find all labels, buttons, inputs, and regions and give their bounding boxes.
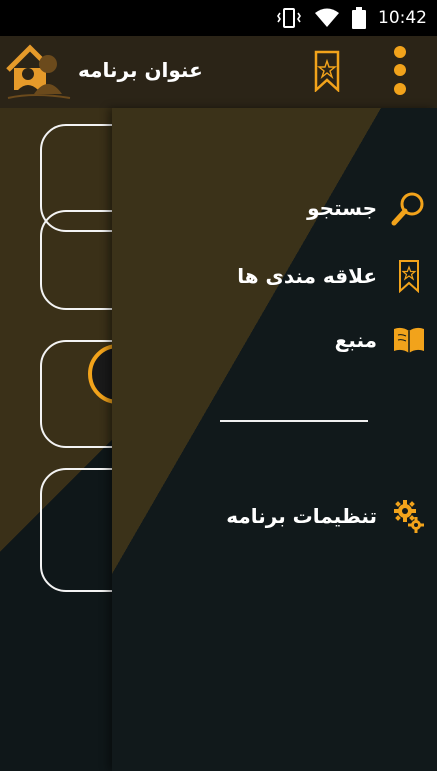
wifi-icon [315, 8, 339, 27]
app-screen: عنوان برنامه جستجو علاقه مندی ها منبع تن… [0, 36, 437, 771]
book-icon [391, 322, 427, 358]
drawer-item-label: علاقه مندی ها [237, 264, 377, 288]
app-logo-icon [6, 44, 71, 99]
drawer-item-favorites[interactable]: علاقه مندی ها [127, 248, 427, 304]
navigation-drawer: جستجو علاقه مندی ها منبع تنظیمات برنامه [112, 108, 437, 771]
drawer-item-label: جستجو [307, 196, 377, 220]
app-bar: عنوان برنامه [0, 36, 437, 108]
bookmark-star-icon [391, 258, 427, 294]
drawer-item-label: تنظیمات برنامه [226, 504, 377, 528]
drawer-item-source[interactable]: منبع [127, 312, 427, 368]
drawer-item-label: منبع [334, 328, 377, 352]
bookmark-star-icon[interactable] [313, 50, 341, 92]
overflow-menu-icon[interactable] [392, 44, 408, 100]
status-icons: 10:42 [276, 6, 427, 30]
drawer-item-search[interactable]: جستجو [127, 180, 427, 236]
vibrate-icon [277, 8, 301, 28]
battery-icon [352, 7, 366, 29]
drawer-divider [220, 420, 368, 422]
status-time: 10:42 [378, 8, 427, 28]
drawer-item-settings[interactable]: تنظیمات برنامه [127, 488, 427, 544]
status-bar: 10:42 [0, 0, 437, 36]
gears-icon [391, 498, 427, 534]
search-icon [391, 190, 427, 226]
app-title: عنوان برنامه [78, 58, 203, 82]
